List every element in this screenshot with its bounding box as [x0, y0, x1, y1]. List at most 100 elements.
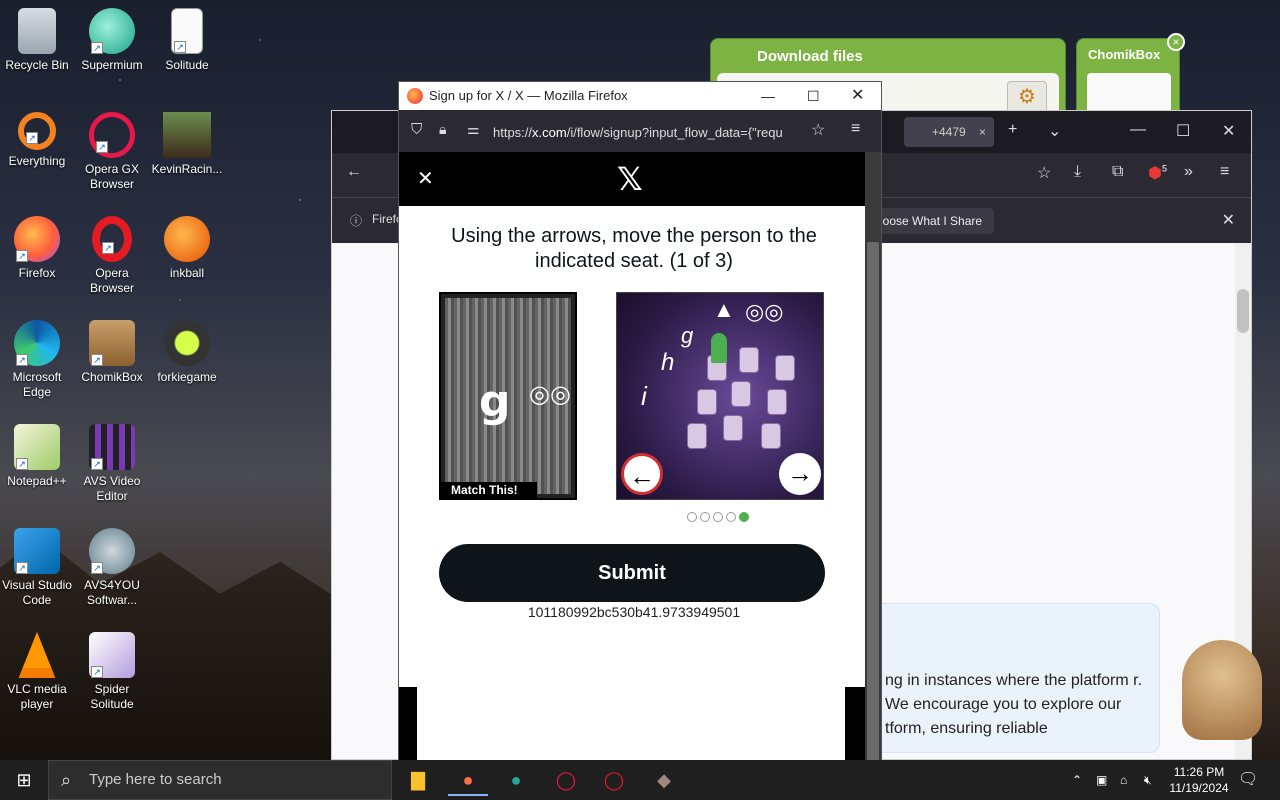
file-explorer-icon[interactable]: ▇: [398, 764, 438, 796]
desktop-icon-vlc[interactable]: VLC media player: [0, 632, 74, 712]
chomikbox-taskbar-icon[interactable]: ◆: [644, 764, 684, 796]
overflow-chevrons-icon[interactable]: »: [1184, 163, 1193, 181]
maximize-icon[interactable]: ☐: [807, 82, 820, 110]
seat: [739, 347, 759, 373]
maximize-icon[interactable]: ☐: [1176, 121, 1190, 141]
windows-start-icon[interactable]: ⊞: [0, 760, 48, 800]
desktop-icon-avs-video[interactable]: ↗ AVS Video Editor: [75, 424, 149, 504]
clock-date: 11/19/2024: [1169, 781, 1229, 795]
notepadpp-icon: ↗: [14, 424, 60, 470]
submit-button[interactable]: Submit: [439, 544, 825, 602]
search-placeholder: Type here to search: [89, 771, 222, 788]
firefox-taskbar-icon[interactable]: ●: [448, 764, 488, 796]
seat-puzzle-image: g h i ▲ ◎◎ ← →: [616, 292, 824, 500]
desktop-icon-opera-gx[interactable]: ↗ Opera GX Browser: [75, 112, 149, 192]
url-field[interactable]: https://x.com/i/flow/signup?input_flow_d…: [493, 125, 805, 140]
window-title: Sign up for X / X — Mozilla Firefox: [429, 88, 628, 103]
desktop-icon-label: Firefox: [18, 266, 56, 280]
chevron-down-icon[interactable]: ⌄: [1048, 121, 1061, 141]
desktop-icon-spider-solitude[interactable]: ↗ Spider Solitude: [75, 632, 149, 712]
desktop-icon-label: AVS Video Editor: [83, 474, 141, 503]
popup-bottom-panel: [417, 687, 845, 760]
close-icon[interactable]: ✕: [1222, 121, 1235, 141]
desktop-icon-inkball[interactable]: inkball: [150, 216, 224, 281]
firefox-icon: [407, 88, 423, 104]
opera-taskbar-icon[interactable]: ◯: [594, 764, 634, 796]
vlc-icon: [18, 632, 56, 678]
permissions-icon[interactable]: ⚌: [467, 121, 480, 138]
url-domain: x.com: [532, 125, 567, 140]
opera-gx-taskbar-icon[interactable]: ◯: [546, 764, 586, 796]
app-tray-icon[interactable]: ▣: [1096, 760, 1107, 800]
desktop-icon-kevinracing[interactable]: KevinRacin...: [150, 112, 224, 177]
desktop-icon-opera[interactable]: ↗ Opera Browser: [75, 216, 149, 296]
desktop-icon-firefox[interactable]: ↗ Firefox: [0, 216, 74, 281]
arrow-right-button[interactable]: →: [779, 453, 821, 495]
avs4you-icon: ↗: [89, 528, 135, 574]
clock-time: 11:26 PM: [1173, 765, 1225, 779]
close-icon[interactable]: ×: [979, 117, 986, 147]
desktop-icon-label: Opera Browser: [89, 266, 134, 295]
hamster-mascot[interactable]: [1182, 640, 1262, 740]
arrow-left-button[interactable]: ←: [621, 453, 663, 495]
network-icon[interactable]: ⌂: [1120, 760, 1127, 800]
progress-dots: [687, 509, 752, 522]
close-icon[interactable]: ✕: [1222, 210, 1235, 230]
volume-muted-icon[interactable]: 🔇︎: [1144, 760, 1152, 800]
desktop-icon-notepadpp[interactable]: ↗ Notepad++: [0, 424, 74, 489]
desktop-icon-label: VLC media player: [7, 682, 67, 711]
star-icon[interactable]: ☆: [811, 120, 825, 140]
chomikbox-icon: ↗: [89, 320, 135, 366]
close-icon[interactable]: ✕: [851, 82, 864, 110]
supermium-taskbar-icon[interactable]: ●: [496, 764, 536, 796]
desktop-icon-supermium[interactable]: ↗ Supermium: [75, 8, 149, 73]
everything-icon: ↗: [18, 112, 56, 150]
minimize-icon[interactable]: —: [761, 82, 775, 110]
choose-what-i-share-button[interactable]: hoose What I Share: [872, 208, 994, 234]
swirl-icon: ◎◎: [745, 299, 784, 324]
chevron-up-icon[interactable]: ⌃: [1072, 760, 1082, 800]
download-icon[interactable]: ⤓: [1074, 163, 1081, 181]
captcha-heading: Using the arrows, move the person to the…: [451, 225, 817, 272]
desktop-icon-everything[interactable]: ↗ Everything: [0, 112, 74, 169]
close-icon[interactable]: ×: [1167, 33, 1185, 51]
menu-icon[interactable]: ≡: [851, 120, 860, 138]
minimize-icon[interactable]: —: [1130, 121, 1146, 139]
solitude-icon: ↗: [171, 8, 203, 54]
url-prefix: https://: [493, 125, 533, 140]
ublock-icon[interactable]: ⬢5: [1148, 163, 1167, 183]
desktop-icon-label: forkiegame: [157, 370, 217, 384]
chomikbox-widget[interactable]: ChomikBox ×: [1076, 33, 1185, 119]
desktop-icon-edge[interactable]: ↗ Microsoft Edge: [0, 320, 74, 400]
star-icon[interactable]: ☆: [1037, 163, 1051, 183]
desktop-icon-chomikbox[interactable]: ↗ ChomikBox: [75, 320, 149, 385]
back-arrow-icon[interactable]: ←: [346, 163, 362, 181]
search-icon: ⌕: [61, 770, 72, 790]
desktop-icon-forkiegame[interactable]: forkiegame: [150, 320, 224, 385]
menu-icon[interactable]: ≡: [1220, 163, 1229, 181]
progress-dot: [713, 512, 723, 522]
desktop-icon-label: KevinRacin...: [151, 162, 223, 176]
match-glyph: g: [479, 376, 511, 427]
scrollbar-thumb[interactable]: [867, 242, 879, 762]
shield-icon[interactable]: ⛉: [411, 121, 422, 138]
person-figure: [711, 333, 727, 363]
notification-icon[interactable]: 🗨︎: [1238, 760, 1258, 800]
desktop-icon-vscode[interactable]: ↗ Visual Studio Code: [0, 528, 74, 608]
info-card-text: ng in instances where the platform r. We…: [885, 672, 1143, 737]
extensions-icon[interactable]: ⧉: [1112, 163, 1123, 181]
desktop-icon-avs4you[interactable]: ↗ AVS4YOU Softwar...: [75, 528, 149, 608]
taskbar-search-input[interactable]: ⌕ Type here to search: [48, 760, 392, 800]
lock-icon[interactable]: 🔒︎: [439, 121, 446, 138]
taskbar-clock[interactable]: 11:26 PM 11/19/2024: [1160, 764, 1238, 796]
popup-scrollbar[interactable]: [865, 152, 881, 762]
scrollbar-thumb[interactable]: [1237, 289, 1249, 333]
desktop-icon-solitude[interactable]: ↗ Solitude: [150, 8, 224, 73]
new-tab-icon[interactable]: +: [1008, 121, 1017, 139]
x-header: ✕ 𝕏: [399, 152, 867, 206]
close-icon[interactable]: ✕: [417, 166, 434, 191]
tab-phone-number[interactable]: +4479 ×: [904, 117, 994, 147]
gear-icon[interactable]: ⚙: [1007, 81, 1047, 113]
puzzle-letter: h: [661, 349, 675, 376]
desktop-icon-recycle-bin[interactable]: Recycle Bin: [0, 8, 74, 73]
